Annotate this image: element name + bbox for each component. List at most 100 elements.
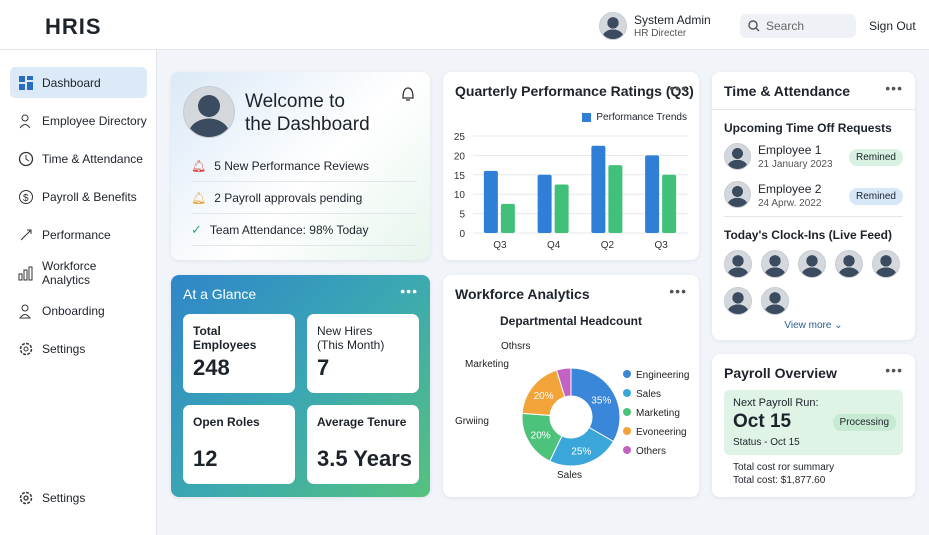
gear-icon [19,342,33,355]
x-tick-label: Q3 [654,240,668,251]
sign-out-button[interactable]: Sign Out [869,19,916,33]
view-more-label: View more [784,320,832,331]
clockin-avatar[interactable] [872,250,900,278]
y-tick-label: 5 [459,210,465,221]
top-bar: HRIS System Admin HR Directer Search Sig… [0,0,929,50]
notice-reviews[interactable]: 🔔︎ 5 New Performance Reviews [191,150,417,182]
clockin-avatar[interactable] [761,250,789,278]
x-tick-label: Q2 [601,240,615,251]
sidebar-item-onboarding[interactable]: Onboarding [10,295,147,326]
legend-label: Sales [636,389,661,400]
welcome-card: Welcome to the Dashboard 🔔︎ 5 New Performa… [171,72,430,260]
alert-bell-icon: 🔔︎ [191,158,207,173]
time-attendance-card: Time & Attendance ••• Upcoming Time Off … [712,72,915,340]
sidebar-item-label: Dashboard [42,75,101,90]
sidebar-item-label: Performance [42,227,111,242]
card-title: Time & Attendance [724,83,851,99]
bar [608,165,623,233]
sidebar-bottom-settings[interactable]: Settings [18,490,85,506]
card-title: Payroll Overview [724,365,837,381]
legend-label: Evoneering [636,427,687,438]
stat-total-employees: Total Employees 248 [183,314,295,393]
next-payroll-box: Next Payroll Run: Oct 15 Status - Oct 15… [724,390,903,455]
x-tick-label: Q4 [547,240,561,251]
stat-new-hires: New Hires (This Month) 7 [307,314,419,393]
pending-bell-icon: 🔔︎ [191,190,207,205]
payroll-date: Oct 15 [733,411,792,432]
bar [483,170,498,233]
donut-chart: 35% 25% Sales 20% Grwiing 20% Marketing Othsrs E… [455,341,689,481]
employee-name: Employee 1 [758,143,822,157]
status-badge: Remined [848,188,903,205]
view-more-link[interactable]: View more ⌄ [712,320,915,331]
processing-badge: Processing [832,414,896,431]
status-badge: Remined [848,149,903,166]
sidebar-item-label: Time & Attendance [42,151,143,166]
total-cost: Total cost: $1,877.60 [733,475,826,486]
sidebar-item-label: Workforce Analytics [41,258,97,287]
sidebar-item-time-attendance[interactable]: Time & Attendance [10,143,147,174]
svg-text:$: $ [23,193,29,204]
more-icon[interactable]: ••• [400,283,418,299]
slice-percent-label: 20% [531,431,551,442]
user-role: HR Directer [634,28,687,39]
search-icon [748,20,760,32]
legend-dot [623,408,631,416]
notice-payroll[interactable]: 🔔︎ 2 Payroll approvals pending [191,182,417,214]
sidebar-item-payroll-benefits[interactable]: $ Payroll & Benefits [10,181,147,212]
glance-title: At a Glance [183,286,257,302]
bar-chart-icon [18,266,33,280]
workforce-analytics-card: Workforce Analytics ••• Departmental Hea… [443,275,699,497]
bar [591,145,606,233]
request-date: 21 January 2023 [758,159,833,170]
at-a-glance-card: At a Glance ••• Total Employees 248 New H… [171,275,430,497]
more-icon[interactable]: ••• [885,362,903,378]
sidebar-item-label: Payroll & Benefits [42,189,137,204]
clockin-avatar[interactable] [724,250,752,278]
slice-label: Marketing [465,359,509,370]
notice-text: 5 New Performance Reviews [214,158,369,173]
y-tick-label: 20 [454,151,466,162]
payroll-status: Status - Oct 15 [733,437,800,448]
stat-label: New Hires (This Month) [317,324,385,352]
x-tick-label: Q3 [493,240,507,251]
stat-label: Average Tenure [317,415,407,429]
clock-icon [18,151,34,166]
stat-value: 12 [193,446,218,471]
y-tick-label: 15 [454,171,466,182]
sidebar-item-settings[interactable]: Settings [10,333,147,364]
logo: HRIS [45,14,102,39]
legend-dot [623,370,631,378]
sidebar-item-workforce-analytics[interactable]: Workforce Analytics [10,257,147,288]
sidebar-item-label: Employee Directory [42,113,147,128]
request-date: 24 Aprw. 2022 [758,198,822,209]
clockin-avatar[interactable] [761,287,789,315]
notice-text: 2 Payroll approvals pending [214,190,363,205]
clockin-avatar[interactable] [798,250,826,278]
stat-open-roles: Open Roles 12 [183,405,295,484]
employee-name: Employee 2 [758,182,822,196]
dollar-icon: $ [19,189,33,204]
sidebar-item-performance[interactable]: Performance [10,219,147,250]
bar [500,203,515,233]
legend-dot [623,389,631,397]
welcome-title: Welcome to the Dashboard [245,90,370,136]
bar [537,174,552,233]
stat-value: 248 [193,355,230,380]
clockin-avatar[interactable] [724,287,752,315]
bar [554,184,569,233]
welcome-line1: Welcome to [245,91,345,112]
more-icon[interactable]: ••• [885,80,903,96]
notice-attendance[interactable]: ✓ Team Attendance: 98% Today [191,214,417,246]
sidebar-item-dashboard[interactable]: Dashboard [10,67,147,98]
sidebar-item-employee-directory[interactable]: Employee Directory [10,105,147,136]
user-avatar-large [183,86,235,138]
notification-bell-icon[interactable] [400,85,416,103]
search-input[interactable]: Search [740,14,856,38]
clockin-avatar[interactable] [835,250,863,278]
clockins-heading: Today's Clock-Ins (Live Feed) [724,228,892,242]
slice-label: Othsrs [501,341,530,352]
user-avatar[interactable] [599,12,627,40]
bar-chart: 0 5 10 15 20 25 Q3 Q4 Q2 Q3 [454,132,688,251]
slice-percent-label: 35% [591,396,611,407]
